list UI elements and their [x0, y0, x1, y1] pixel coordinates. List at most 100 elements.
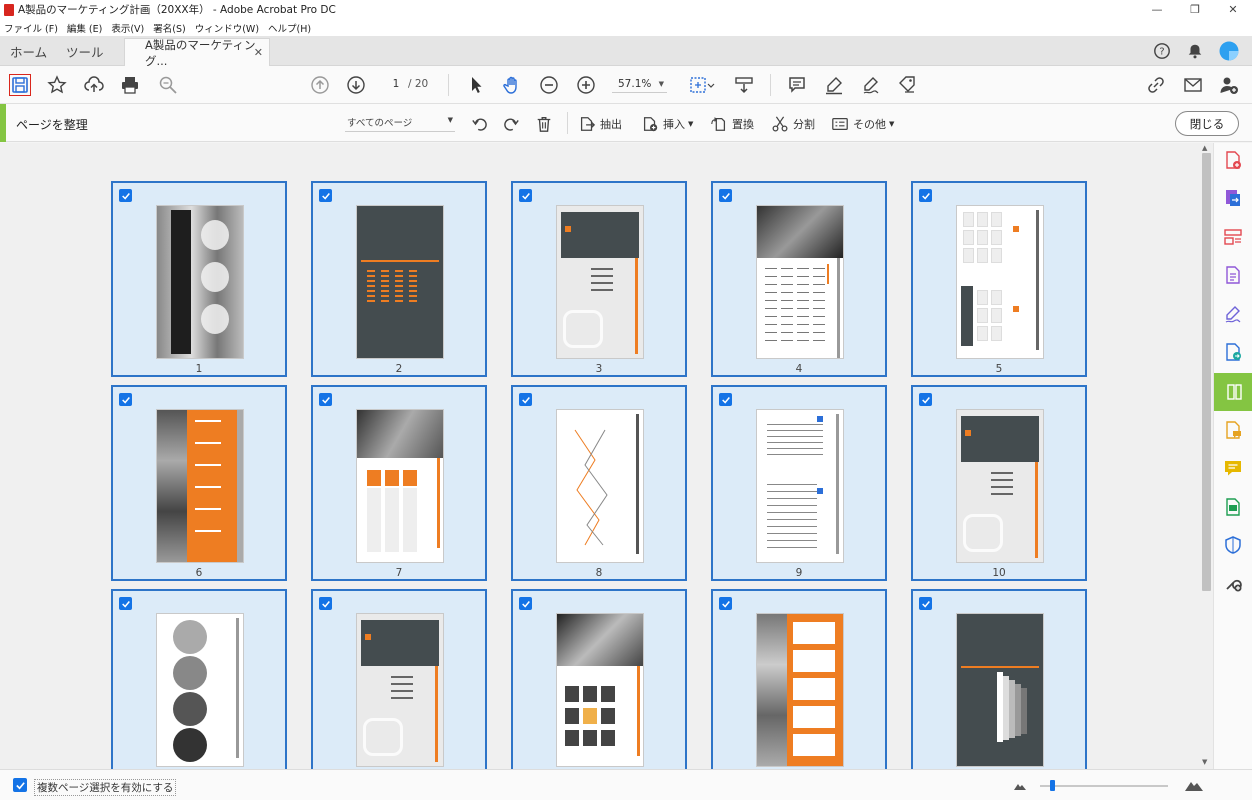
extract-button[interactable]: 抽出: [578, 114, 622, 134]
menu-sign[interactable]: 署名(S): [153, 21, 185, 35]
page-range-select[interactable]: すべてのページ ▼: [345, 115, 455, 132]
close-tab-icon[interactable]: ✕: [254, 46, 263, 59]
large-thumbnails-icon[interactable]: [1184, 777, 1204, 792]
protect-shield-icon[interactable]: [1222, 534, 1244, 556]
multi-select-label[interactable]: 複数ページ選択を有効にする: [34, 779, 177, 796]
page-thumbnail[interactable]: 5: [911, 181, 1087, 377]
user-avatar-icon[interactable]: [1219, 41, 1239, 61]
organize-icon[interactable]: [1222, 226, 1244, 248]
tab-tools[interactable]: ツール: [66, 42, 104, 61]
cloud-upload-icon[interactable]: [83, 74, 105, 96]
page-preview[interactable]: [557, 206, 643, 358]
menu-edit[interactable]: 編集 (E): [67, 21, 102, 35]
vertical-scrollbar[interactable]: ▲ ▼: [1200, 143, 1213, 769]
organize-pages-icon[interactable]: [1214, 373, 1252, 411]
highlight-pen-icon[interactable]: [823, 74, 845, 96]
scroll-mode-icon[interactable]: [733, 74, 755, 96]
page-preview[interactable]: [957, 206, 1043, 358]
sign-icon[interactable]: [860, 74, 882, 96]
page-thumbnail[interactable]: 1: [111, 181, 287, 377]
rotate-left-icon[interactable]: [471, 114, 493, 134]
page-thumbnail[interactable]: 14: [711, 589, 887, 769]
page-preview[interactable]: [157, 410, 243, 562]
rotate-right-icon[interactable]: [502, 114, 524, 134]
slider-knob[interactable]: [1050, 780, 1055, 791]
thumbnail-size-slider[interactable]: [1040, 780, 1168, 791]
minimize-button[interactable]: —: [1138, 0, 1176, 19]
page-thumbnail[interactable]: 6: [111, 385, 287, 581]
fill-sign-icon[interactable]: [1222, 303, 1244, 325]
page-select-checkbox[interactable]: [919, 189, 932, 202]
page-preview[interactable]: [957, 410, 1043, 562]
compress-icon[interactable]: [1222, 496, 1244, 518]
menu-help[interactable]: ヘルプ(H): [268, 21, 311, 35]
page-preview[interactable]: [957, 614, 1043, 766]
page-select-checkbox[interactable]: [119, 393, 132, 406]
more-options-button[interactable]: その他 ▼: [831, 114, 894, 134]
close-window-button[interactable]: ✕: [1214, 0, 1252, 19]
scrollbar-thumb[interactable]: [1202, 153, 1211, 591]
page-thumbnail[interactable]: 3: [511, 181, 687, 377]
tab-home[interactable]: ホーム: [10, 42, 47, 61]
page-thumbnail[interactable]: 10: [911, 385, 1087, 581]
menu-view[interactable]: 表示(V): [111, 21, 144, 35]
export-pdf-icon[interactable]: [1222, 187, 1244, 209]
page-select-checkbox[interactable]: [519, 597, 532, 610]
select-tool-icon[interactable]: [465, 74, 487, 96]
hand-tool-icon[interactable]: [501, 74, 523, 96]
send-for-comments-icon[interactable]: [1222, 341, 1244, 363]
bookmark-star-icon[interactable]: [46, 74, 68, 96]
share-link-icon[interactable]: [1145, 74, 1167, 96]
zoom-level-select[interactable]: 57.1% ▼: [612, 76, 667, 93]
page-select-checkbox[interactable]: [319, 597, 332, 610]
notification-bell-icon[interactable]: [1185, 41, 1205, 61]
page-preview[interactable]: [757, 614, 843, 766]
page-preview[interactable]: [757, 410, 843, 562]
page-select-checkbox[interactable]: [119, 189, 132, 202]
page-preview[interactable]: [757, 206, 843, 358]
next-page-icon[interactable]: [345, 74, 367, 96]
current-page-input[interactable]: 1: [385, 76, 407, 93]
page-select-checkbox[interactable]: [319, 189, 332, 202]
fill-sign-tag-icon[interactable]: [896, 74, 918, 96]
email-icon[interactable]: [1182, 74, 1204, 96]
delete-trash-icon[interactable]: [535, 114, 557, 134]
print-icon[interactable]: [119, 74, 141, 96]
help-icon[interactable]: ?: [1152, 41, 1172, 61]
replace-button[interactable]: 置換: [710, 114, 754, 134]
save-icon[interactable]: [9, 74, 31, 96]
page-preview[interactable]: [357, 206, 443, 358]
page-preview[interactable]: [357, 614, 443, 766]
close-organize-button[interactable]: 閉じる: [1175, 111, 1239, 136]
page-thumbnail[interactable]: 2: [311, 181, 487, 377]
page-preview[interactable]: [157, 206, 243, 358]
zoom-search-icon[interactable]: [157, 74, 179, 96]
zoom-in-icon[interactable]: [575, 74, 597, 96]
page-select-checkbox[interactable]: [119, 597, 132, 610]
page-select-checkbox[interactable]: [519, 189, 532, 202]
page-select-checkbox[interactable]: [719, 597, 732, 610]
page-thumbnail[interactable]: 15: [911, 589, 1087, 769]
restore-button[interactable]: ❐: [1176, 0, 1214, 19]
add-user-icon[interactable]: [1218, 74, 1240, 96]
split-button[interactable]: 分割: [771, 114, 815, 134]
page-select-checkbox[interactable]: [719, 393, 732, 406]
add-comment-icon[interactable]: [786, 74, 808, 96]
page-preview[interactable]: [357, 410, 443, 562]
edit-pdf-icon[interactable]: [1222, 264, 1244, 286]
sticky-note-icon[interactable]: [1222, 457, 1244, 479]
page-thumbnail[interactable]: 7: [311, 385, 487, 581]
fit-page-icon[interactable]: [688, 74, 716, 96]
page-select-checkbox[interactable]: [519, 393, 532, 406]
page-thumbnail[interactable]: 9: [711, 385, 887, 581]
create-pdf-icon[interactable]: [1222, 149, 1244, 171]
previous-page-icon[interactable]: [309, 74, 331, 96]
small-thumbnails-icon[interactable]: [1013, 779, 1027, 791]
page-thumbnail[interactable]: 13: [511, 589, 687, 769]
multi-select-checkbox[interactable]: [13, 778, 27, 792]
page-preview[interactable]: [157, 614, 243, 766]
scroll-down-icon[interactable]: ▼: [1202, 758, 1207, 766]
page-preview[interactable]: [557, 410, 643, 562]
page-select-checkbox[interactable]: [319, 393, 332, 406]
more-tools-icon[interactable]: [1222, 572, 1244, 594]
